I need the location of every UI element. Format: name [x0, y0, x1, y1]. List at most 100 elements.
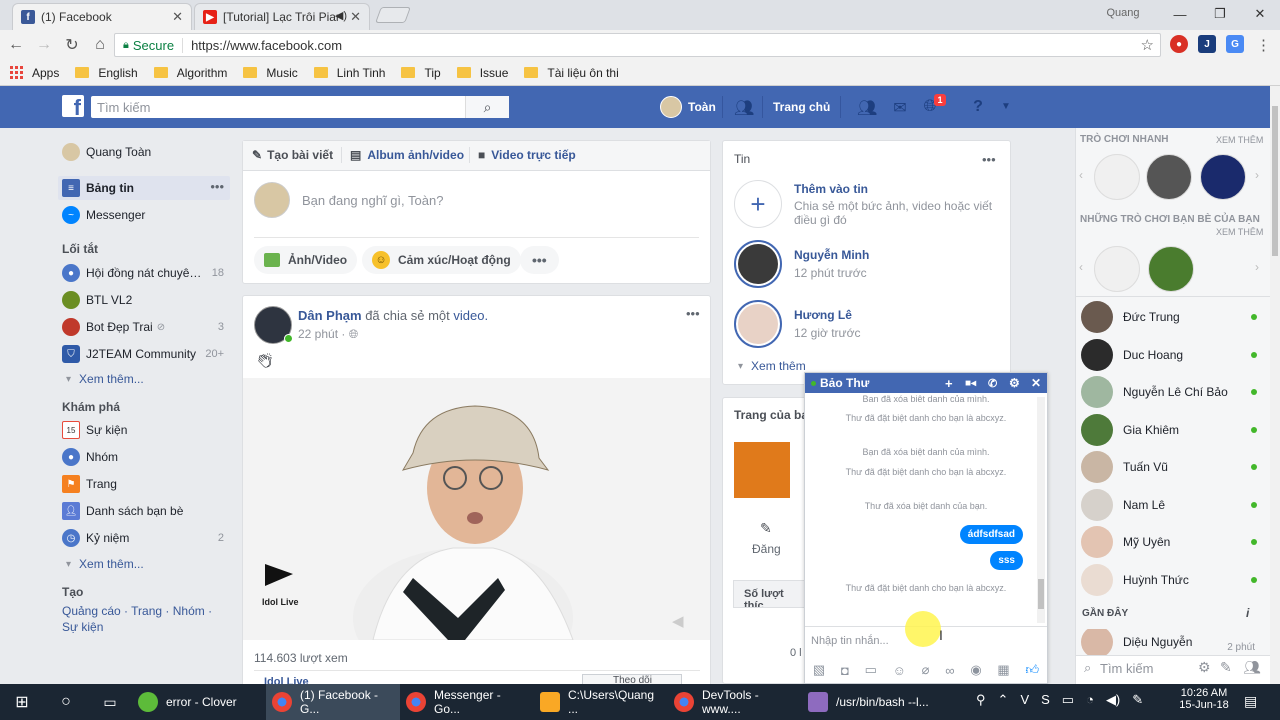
- like-icon[interactable]: 👍︎: [1025, 662, 1039, 678]
- create-links[interactable]: Quảng cáo · Trang · Nhóm ·: [62, 604, 212, 618]
- tab-create-post[interactable]: ✎ Tạo bài viết: [252, 148, 333, 162]
- sidebar-item-shortcut[interactable]: BTL VL2: [62, 289, 230, 311]
- tab-youtube[interactable]: ▶ [Tutorial] Lạc Trôi Piar ◀) ✕: [194, 3, 370, 30]
- bookmark-folder[interactable]: Algorithm: [153, 66, 227, 80]
- address-bar[interactable]: 🔒︎ Secure https://www.facebook.com ☆: [114, 33, 1161, 57]
- compose-icon[interactable]: ✎: [1220, 659, 1232, 676]
- start-button[interactable]: ⊞: [0, 684, 44, 720]
- group-chat-icon[interactable]: 👥︎: [1243, 659, 1261, 676]
- story-item[interactable]: Hương Lê 12 giờ trước: [734, 300, 860, 348]
- gif-icon[interactable]: ▭: [865, 662, 877, 678]
- taskbar-item[interactable]: error - Clover: [132, 684, 266, 720]
- more-options-icon[interactable]: •••: [210, 179, 224, 194]
- taskbar-item[interactable]: Messenger - Go...: [400, 684, 534, 720]
- reload-button[interactable]: ↻: [60, 35, 84, 55]
- notification-center-icon[interactable]: ▤: [1244, 693, 1257, 710]
- taskbar-item[interactable]: C:\Users\Quang ...: [534, 684, 668, 720]
- bookmark-folder[interactable]: English: [75, 66, 138, 80]
- translate-icon[interactable]: G: [1226, 35, 1244, 53]
- contact-item[interactable]: Nguyễn Lê Chí Bảo: [1081, 376, 1259, 408]
- chevron-left-icon[interactable]: ‹: [1079, 260, 1083, 274]
- taskbar-item[interactable]: (1) Facebook - G...: [266, 684, 400, 720]
- avatar[interactable]: [660, 96, 682, 118]
- sidebar-item-events[interactable]: 15 Sự kiện: [62, 419, 230, 441]
- skype-icon[interactable]: S: [1041, 692, 1050, 708]
- help-icon[interactable]: ?: [968, 98, 988, 116]
- bookmark-folder[interactable]: Issue: [456, 66, 508, 80]
- edit-icon[interactable]: ✎: [760, 520, 772, 537]
- message-bubble[interactable]: ádfsdfsad: [959, 525, 1023, 544]
- sticker-icon[interactable]: ◘: [841, 663, 849, 678]
- task-view-icon[interactable]: ▭: [88, 684, 132, 720]
- taskbar-item[interactable]: DevTools - www....: [668, 684, 802, 720]
- create-event-link[interactable]: Sự kiện: [62, 620, 103, 634]
- bookmark-star-icon[interactable]: ☆: [1141, 36, 1154, 54]
- chat-header[interactable]: Bảo Thư + ■◂ ✆ ⚙ ✕: [805, 373, 1047, 393]
- clock[interactable]: 10:26 AM 15-Jun-18: [1176, 687, 1232, 711]
- page-thumbnail[interactable]: [734, 442, 790, 498]
- gear-icon[interactable]: ⚙: [1009, 376, 1020, 390]
- message-bubble[interactable]: sss: [990, 551, 1023, 570]
- author-link[interactable]: Dân Phạm: [298, 308, 362, 323]
- emoji-icon[interactable]: ☺: [893, 663, 906, 678]
- camera-icon[interactable]: ◉: [970, 662, 981, 678]
- home-button[interactable]: ⌂: [88, 36, 112, 54]
- chevron-left-icon[interactable]: ‹: [1079, 168, 1083, 182]
- volume-icon[interactable]: ◀): [1106, 692, 1120, 708]
- battery-icon[interactable]: ▭: [1062, 692, 1074, 708]
- see-more-link[interactable]: Xem thêm...: [66, 557, 144, 571]
- sidebar-item-messenger[interactable]: ~ Messenger: [62, 204, 230, 226]
- chevron-right-icon[interactable]: ›: [1255, 168, 1259, 182]
- grid-icon[interactable]: ▦: [997, 662, 1009, 678]
- contact-item[interactable]: Duc Hoang: [1081, 339, 1259, 371]
- game-thumbnail[interactable]: [1094, 246, 1140, 292]
- menu-icon[interactable]: ⋮: [1256, 36, 1271, 54]
- post-page-label[interactable]: Đăng: [752, 542, 781, 556]
- see-all-link[interactable]: XEM THÊM: [1216, 227, 1263, 237]
- tab-facebook[interactable]: f (1) Facebook ✕: [12, 3, 192, 30]
- see-more-link[interactable]: Xem thêm...: [66, 372, 144, 386]
- profile-link[interactable]: Toàn: [688, 100, 716, 114]
- contact-item[interactable]: Diệu Nguyễn 2 phút: [1081, 629, 1259, 655]
- more-options-button[interactable]: •••: [520, 246, 559, 274]
- close-icon[interactable]: ✕: [172, 9, 183, 25]
- profile-name[interactable]: Quang: [1098, 7, 1148, 19]
- sidebar-user[interactable]: Quang Toàn: [62, 141, 230, 163]
- contact-item[interactable]: Huỳnh Thức: [1081, 564, 1259, 596]
- sidebar-item-shortcut[interactable]: ⛉ J2TEAM Community 20+: [62, 343, 230, 365]
- attachment-icon[interactable]: ⌀: [922, 662, 930, 678]
- video-link[interactable]: video.: [453, 308, 488, 323]
- bookmark-folder[interactable]: Music: [243, 66, 298, 80]
- info-icon[interactable]: i: [1246, 606, 1249, 620]
- more-options-icon[interactable]: •••: [982, 152, 996, 167]
- cortana-icon[interactable]: ○: [44, 684, 88, 720]
- message-input[interactable]: Nhập tin nhắn...: [811, 635, 889, 647]
- chat-scrollbar[interactable]: [1037, 397, 1045, 623]
- extension-icon[interactable]: ●: [1170, 35, 1188, 53]
- close-icon[interactable]: ✕: [1031, 376, 1041, 390]
- bookmark-folder[interactable]: Tài liệu ôn thi: [524, 66, 619, 80]
- speaker-icon[interactable]: ◀): [335, 9, 347, 22]
- photo-icon[interactable]: ▧: [813, 662, 825, 678]
- facebook-logo-icon[interactable]: f: [62, 95, 84, 120]
- follow-button[interactable]: Theo dõi: [582, 674, 682, 684]
- bookmark-folder[interactable]: Linh Tinh: [313, 66, 385, 80]
- minimize-button[interactable]: —: [1160, 7, 1200, 22]
- post-time[interactable]: 22 phút ·: [298, 327, 345, 341]
- contact-item[interactable]: Mỹ Uyên: [1081, 526, 1259, 558]
- chevron-down-icon[interactable]: ▼: [996, 101, 1016, 119]
- volume-icon[interactable]: ◀: [672, 612, 684, 630]
- new-tab-button[interactable]: [375, 7, 411, 23]
- story-item[interactable]: Nguyễn Minh 12 phút trước: [734, 240, 869, 288]
- game-thumbnail[interactable]: [1094, 154, 1140, 200]
- tab-album[interactable]: ▤ Album ảnh/video: [350, 148, 464, 162]
- see-all-link[interactable]: XEM THÊM: [1216, 135, 1263, 145]
- video-player[interactable]: [243, 378, 710, 640]
- chevron-right-icon[interactable]: ›: [1255, 260, 1259, 274]
- contact-item[interactable]: Tuấn Vũ: [1081, 451, 1259, 483]
- close-window-button[interactable]: ✕: [1240, 6, 1280, 22]
- forward-button[interactable]: →: [32, 36, 56, 54]
- page-scrollbar[interactable]: [1270, 86, 1280, 684]
- chevron-up-icon[interactable]: ⌃: [998, 692, 1009, 708]
- see-more-stories[interactable]: Xem thêm: [738, 359, 806, 373]
